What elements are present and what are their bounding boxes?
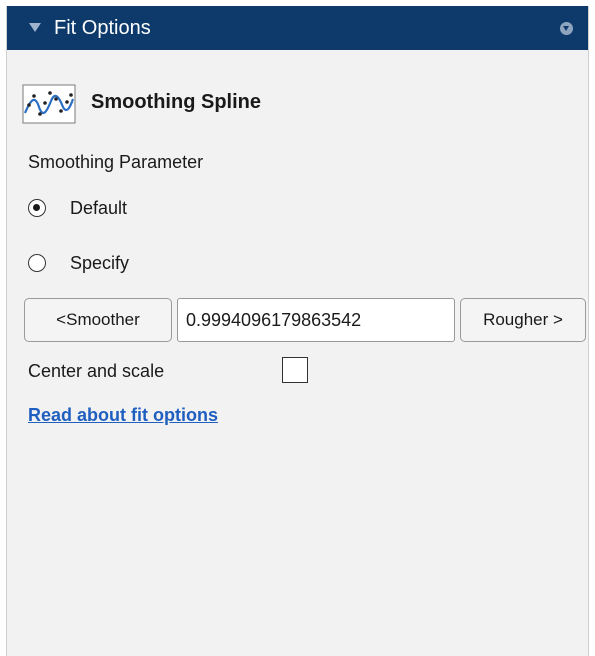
center-and-scale-checkbox[interactable] [282,357,308,383]
panel-header[interactable]: Fit Options [7,6,588,50]
smoothing-parameter-input[interactable] [177,298,455,342]
default-radio[interactable] [28,199,46,217]
fit-options-panel: Fit Options Smoothing Spline Smoothing P… [6,6,589,656]
specify-radio[interactable] [28,254,46,272]
specify-radio-label[interactable]: Specify [70,252,129,274]
smoother-button[interactable]: <Smoother [24,298,172,342]
circle-chevron-down-icon[interactable] [560,22,573,35]
smoothing-spline-icon [22,84,76,124]
center-and-scale-label: Center and scale [28,361,165,381]
fit-type-name: Smoothing Spline [91,91,261,113]
panel-title: Fit Options [54,17,151,39]
default-radio-label[interactable]: Default [70,197,127,219]
read-about-fit-options-link[interactable]: Read about fit options [28,404,218,426]
smoothing-parameter-label: Smoothing Parameter [28,152,204,172]
triangle-down-icon[interactable] [29,23,41,32]
rougher-button[interactable]: Rougher > [460,298,586,342]
